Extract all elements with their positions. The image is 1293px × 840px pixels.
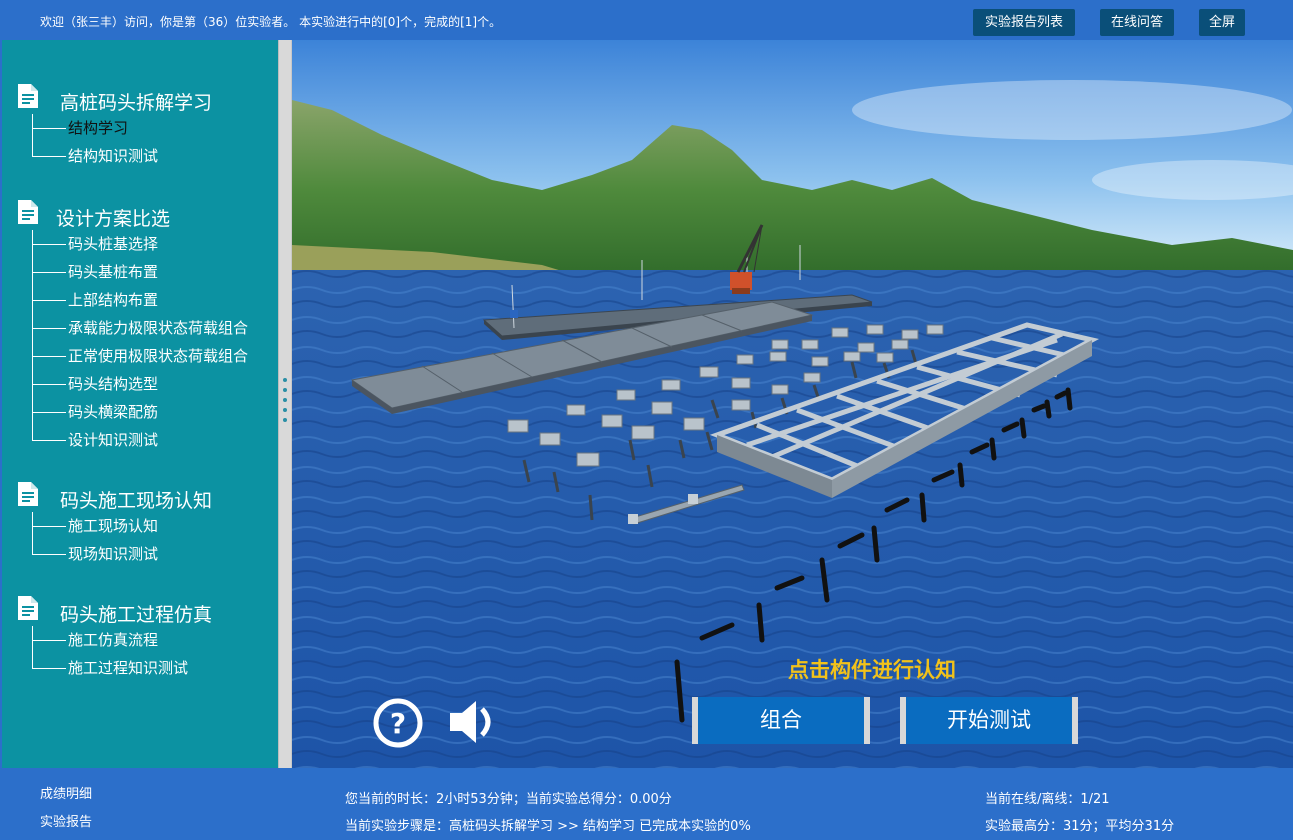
drag-handle-icon[interactable]	[283, 378, 287, 428]
nav-item-structure-type[interactable]: 码头结构选型	[32, 370, 248, 398]
nav-item-ultimate-load-combo[interactable]: 承载能力极限状态荷载组合	[32, 314, 248, 342]
online-qa-button[interactable]: 在线问答	[1100, 9, 1174, 36]
section-site-recognition: 码头施工现场认知 施工现场认知 现场知识测试	[18, 482, 212, 568]
section-title: 码头施工过程仿真	[60, 604, 213, 626]
section-title: 设计方案比选	[56, 208, 171, 230]
document-icon	[18, 200, 38, 224]
nav-item-beam-reinforcement[interactable]: 码头横梁配筋	[32, 398, 248, 426]
section-title: 高桩码头拆解学习	[60, 92, 213, 114]
score-detail-link[interactable]: 成绩明细	[40, 783, 92, 802]
score-stats-text: 实验最高分：31分；平均分31分	[985, 819, 1175, 834]
current-step-text: 当前实验步骤是：高桩码头拆解学习 >> 结构学习 已完成本实验的0%	[345, 819, 751, 834]
section-design-comparison: 设计方案比选 码头桩基选择 码头基桩布置 上部结构布置 承载能力极限状态荷载组合…	[18, 200, 248, 454]
document-icon	[18, 482, 38, 506]
start-test-button[interactable]: 开始测试	[900, 697, 1078, 744]
section-pier-disassembly: 高桩码头拆解学习 结构学习 结构知识测试	[18, 84, 212, 170]
nav-item-construction-test[interactable]: 施工过程知识测试	[32, 654, 188, 682]
svg-text:?: ?	[390, 707, 406, 740]
sea-waves	[292, 270, 1293, 768]
nav-item-pile-selection[interactable]: 码头桩基选择	[32, 230, 248, 258]
cloud	[852, 80, 1292, 140]
panel-splitter[interactable]	[278, 40, 292, 768]
section-header[interactable]: 码头施工现场认知	[18, 482, 212, 512]
section-construction-simulation: 码头施工过程仿真 施工仿真流程 施工过程知识测试	[18, 596, 212, 682]
nav-item-site-recognition[interactable]: 施工现场认知	[32, 512, 158, 540]
footer-bar: 成绩明细 实验报告 您当前的时长：2小时53分钟；当前实验总得分：0.00分 当…	[0, 768, 1293, 840]
section-title: 码头施工现场认知	[60, 490, 213, 512]
lab-report-link[interactable]: 实验报告	[40, 811, 92, 830]
nav-item-design-test[interactable]: 设计知识测试	[32, 426, 248, 454]
nav-item-structure-learning[interactable]: 结构学习	[32, 114, 158, 142]
nav-item-superstructure-layout[interactable]: 上部结构布置	[32, 286, 248, 314]
duration-score-text: 您当前的时长：2小时53分钟；当前实验总得分：0.00分	[345, 792, 672, 807]
help-icon[interactable]: ?	[372, 697, 424, 749]
top-bar: 欢迎（张三丰）访问，你是第（36）位实验者。 本实验进行中的[0]个，完成的[1…	[0, 0, 1293, 40]
section-header[interactable]: 高桩码头拆解学习	[18, 84, 212, 114]
3d-viewport[interactable]: ? 点击构件进行认知 组合 开始测试	[292, 40, 1293, 768]
fullscreen-button[interactable]: 全屏	[1199, 9, 1245, 36]
document-icon	[18, 596, 38, 620]
section-items: 施工现场认知 现场知识测试	[32, 512, 158, 568]
section-items: 结构学习 结构知识测试	[32, 114, 158, 170]
sound-icon[interactable]	[446, 695, 504, 749]
section-header[interactable]: 设计方案比选	[18, 200, 248, 230]
report-list-button[interactable]: 实验报告列表	[973, 9, 1075, 36]
nav-item-site-test[interactable]: 现场知识测试	[32, 540, 158, 568]
nav-item-structure-test[interactable]: 结构知识测试	[32, 142, 158, 170]
section-items: 施工仿真流程 施工过程知识测试	[32, 626, 188, 682]
welcome-text: 欢迎（张三丰）访问，你是第（36）位实验者。 本实验进行中的[0]个，完成的[1…	[40, 15, 502, 29]
section-items: 码头桩基选择 码头基桩布置 上部结构布置 承载能力极限状态荷载组合 正常使用极限…	[32, 230, 248, 454]
hint-text: 点击构件进行认知	[788, 658, 956, 682]
document-icon	[18, 84, 38, 108]
nav-item-service-load-combo[interactable]: 正常使用极限状态荷载组合	[32, 342, 248, 370]
section-header[interactable]: 码头施工过程仿真	[18, 596, 212, 626]
sidebar-nav: 高桩码头拆解学习 结构学习 结构知识测试 设计方案比选 码头桩基选择 码头基桩布…	[0, 40, 280, 768]
online-status-text: 当前在线/离线：1/21	[985, 792, 1110, 807]
nav-item-simulation-flow[interactable]: 施工仿真流程	[32, 626, 188, 654]
nav-item-pile-layout[interactable]: 码头基桩布置	[32, 258, 248, 286]
combine-button[interactable]: 组合	[692, 697, 870, 744]
